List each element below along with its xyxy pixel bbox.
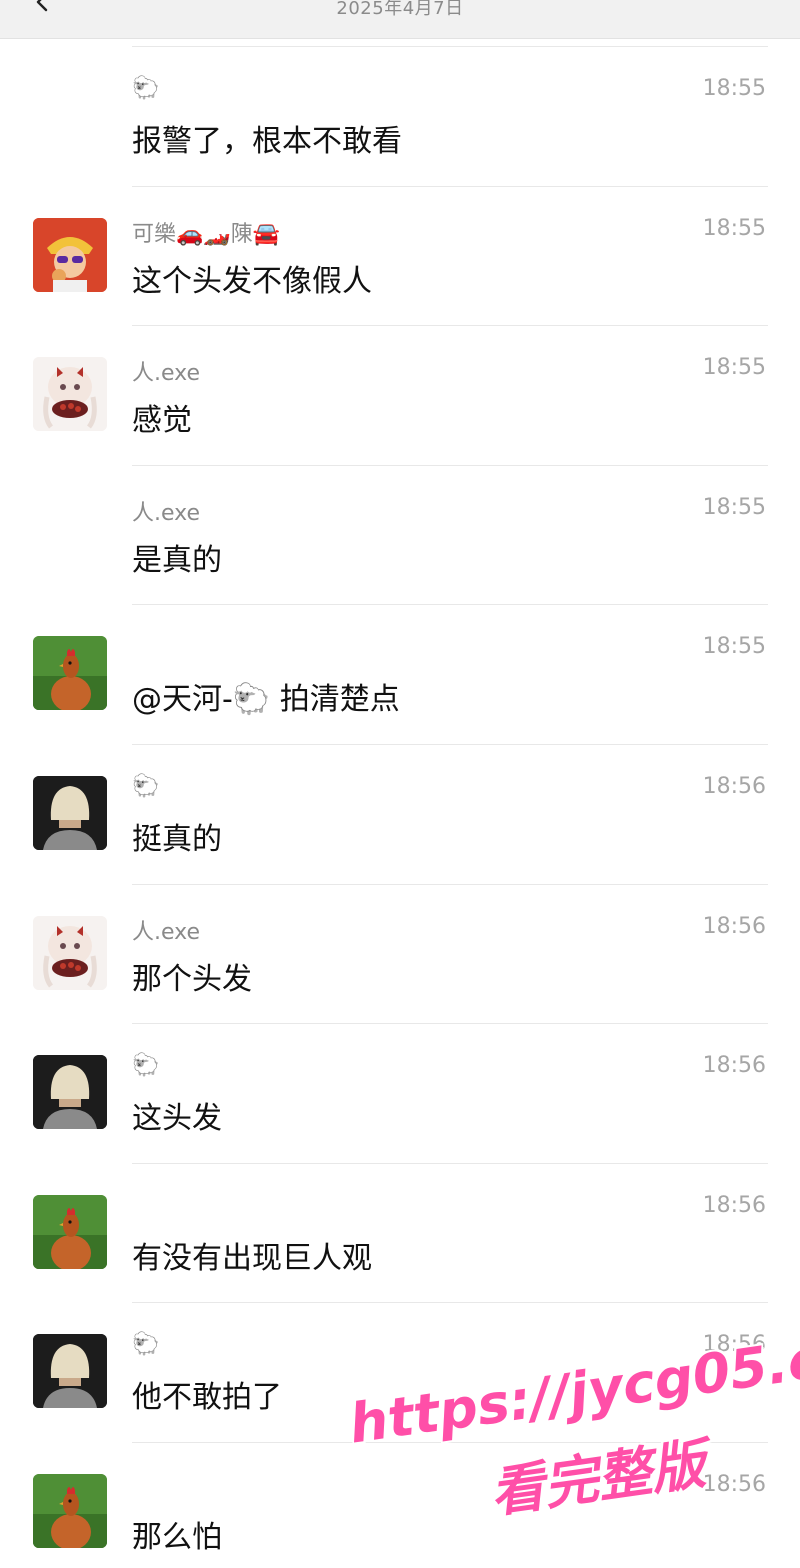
chicken-avatar[interactable] [33,636,107,711]
message-text: 挺真的 [132,821,222,857]
message-sender: 人.exe [132,919,201,945]
message-sender: 人.exe [132,361,201,387]
message-item[interactable]: 🐑 18:56 他不敢拍了 [0,1294,800,1434]
message-sender: 可樂🚗🏎️陳🚘 [132,221,281,247]
chat-history-screen: 2025年4月7日 🐑 18:55 报警了，根本不敢看 可樂🚗🏎️陳🚘 18:5… [0,0,800,1568]
chicken-avatar[interactable] [33,1194,107,1269]
divider [132,46,768,47]
message-text: 是真的 [132,542,222,578]
message-time: 18:55 [702,355,766,381]
message-time: 18:56 [702,773,766,799]
message-text: 这头发 [132,1101,222,1137]
divider [132,1162,768,1164]
divider [132,743,768,745]
message-time: 18:55 [702,494,766,520]
divider [132,1023,768,1025]
wig-avatar[interactable] [33,1055,107,1130]
wig-avatar[interactable] [33,1334,107,1409]
divider [132,1302,768,1304]
message-item[interactable]: 18:55 @天河-🐑 拍清楚点 [0,596,800,736]
chicken-avatar[interactable] [33,1473,107,1548]
message-text: 那么怕 [132,1519,222,1555]
message-time: 18:55 [702,634,766,660]
message-item[interactable]: 可樂🚗🏎️陳🚘 18:55 这个头发不像假人 [0,178,800,318]
message-item[interactable]: 人.exe 18:56 那个头发 [0,876,800,1016]
message-sender: 🐑 [132,76,160,101]
message-text: 这个头发不像假人 [132,263,372,299]
message-text: 他不敢拍了 [132,1380,282,1416]
message-time: 18:56 [702,913,766,939]
message-text: 有没有出现巨人观 [132,1240,372,1276]
message-time: 18:56 [702,1192,766,1218]
message-item[interactable]: 🐑 18:56 这头发 [0,1015,800,1155]
message-sender: 🐑 [132,773,160,799]
message-time: 18:56 [702,1332,766,1358]
divider [132,883,768,885]
header-bar: 2025年4月7日 [0,0,800,39]
red-character-avatar[interactable] [33,217,107,292]
message-item[interactable]: 🐑 18:56 挺真的 [0,736,800,876]
message-list[interactable]: 🐑 18:55 报警了，根本不敢看 可樂🚗🏎️陳🚘 18:55 这个头发不像假人… [0,38,800,1568]
message-time: 18:55 [702,76,766,101]
date-title: 2025年4月7日 [336,0,464,19]
message-text: 那个头发 [132,961,252,997]
message-item[interactable]: 18:56 那么怕 [0,1434,800,1568]
message-text: 报警了，根本不敢看 [132,124,402,159]
message-sender: 🐑 [132,1053,160,1079]
message-text: @天河-🐑 拍清楚点 [132,682,400,718]
message-time: 18:56 [702,1471,766,1497]
divider [132,464,768,466]
message-sender: 🐑 [132,1332,160,1358]
divider [132,604,768,606]
message-time: 18:55 [702,215,766,241]
divider [132,185,768,187]
message-text: 感觉 [132,403,192,439]
anime-girl-avatar[interactable] [33,915,107,990]
message-item[interactable]: 人.exe 18:55 是真的 [0,457,800,597]
anime-girl-avatar[interactable] [33,357,107,432]
message-time: 18:56 [702,1053,766,1079]
divider [132,1441,768,1443]
divider [132,325,768,327]
message-sender: 人.exe [132,500,201,526]
message-item[interactable]: 18:56 有没有出现巨人观 [0,1155,800,1295]
message-item[interactable]: 🐑 18:55 报警了，根本不敢看 [0,38,800,178]
message-item[interactable]: 人.exe 18:55 感觉 [0,317,800,457]
wig-avatar[interactable] [33,775,107,850]
